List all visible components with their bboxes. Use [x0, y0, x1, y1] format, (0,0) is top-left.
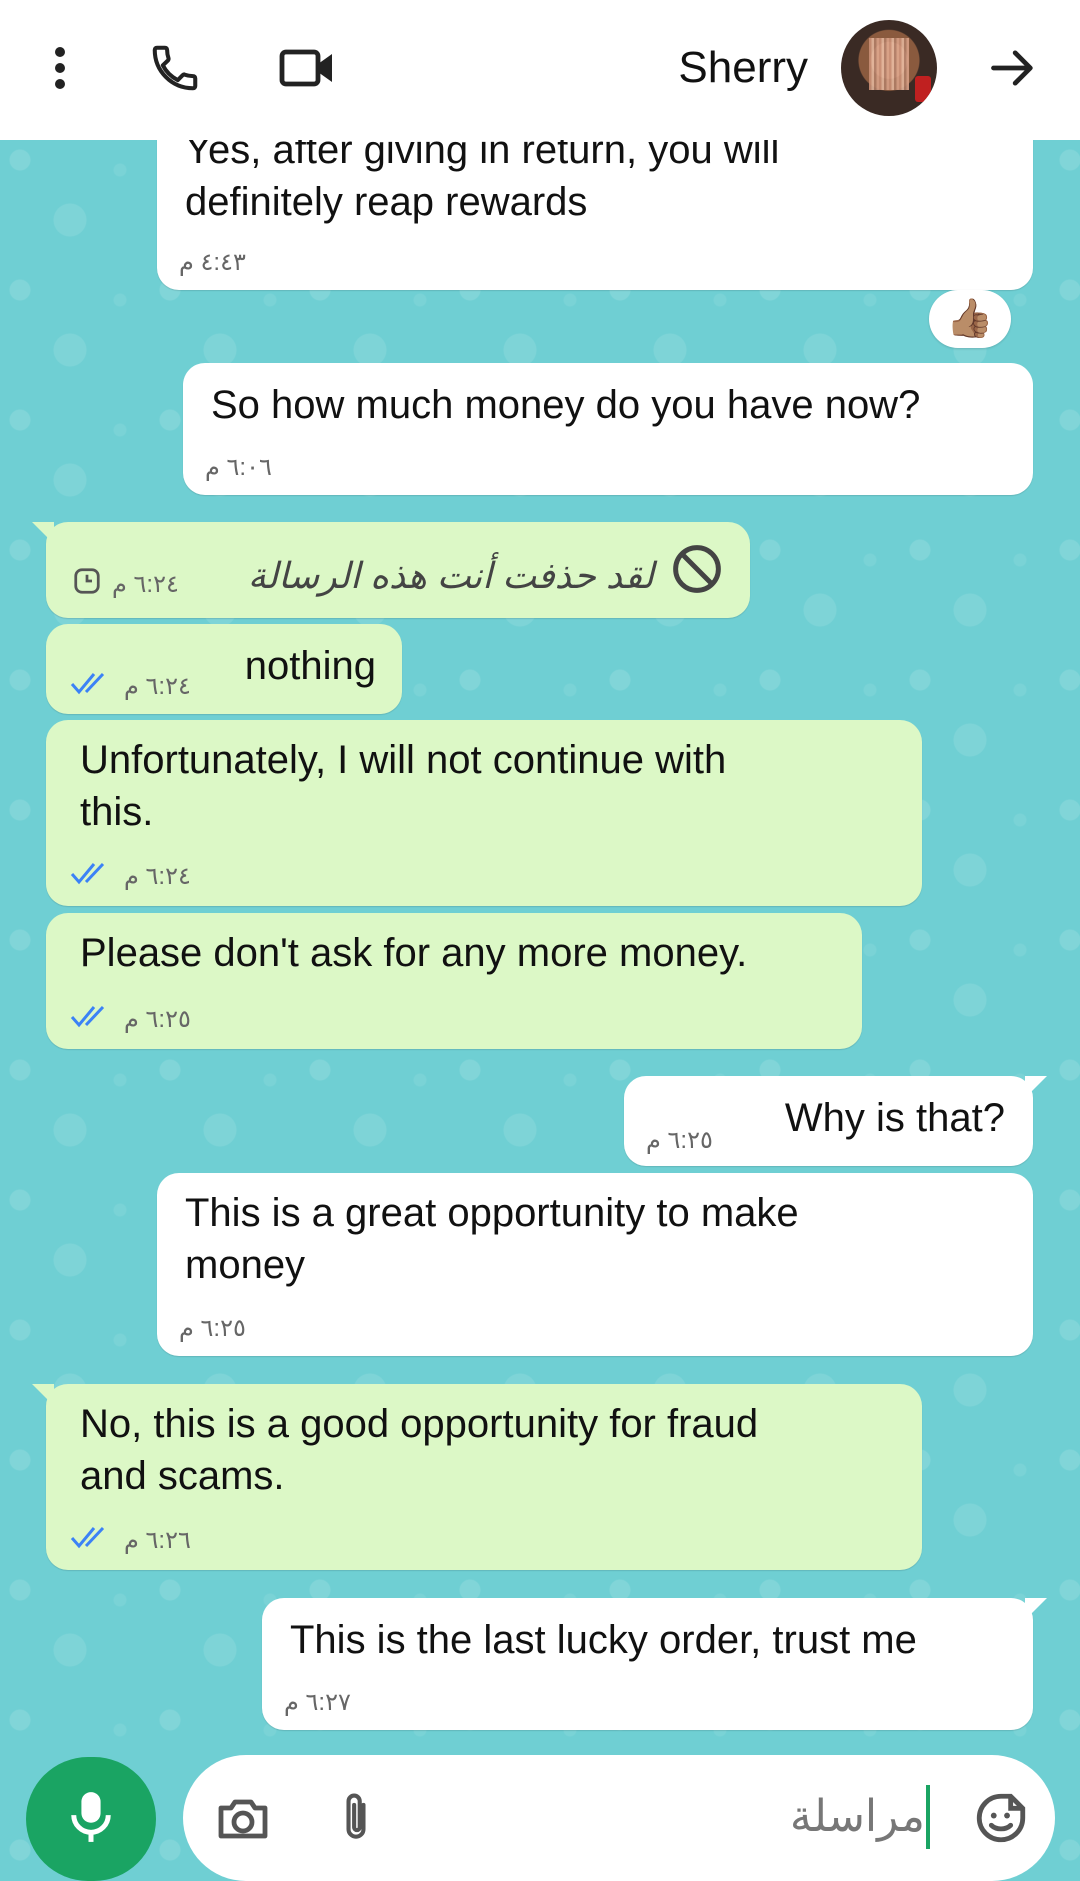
message-time: ٦:٢٥ م [124, 1006, 191, 1033]
message-bubble[interactable]: Please don't ask for any more money. ٦:٢… [46, 913, 862, 1049]
more-vertical-icon[interactable] [30, 38, 90, 98]
message-time: ٦:٢٧ م [284, 1689, 351, 1716]
chat-header: Sherry [0, 0, 1080, 140]
blocked-icon [670, 542, 724, 609]
contact-name[interactable]: Sherry [678, 38, 808, 98]
message-time: ٦:٢٥ م [646, 1127, 713, 1154]
message-text: So how much money do you have now? [211, 383, 921, 427]
message-text: nothing [244, 644, 376, 688]
mic-button[interactable] [26, 1757, 156, 1881]
sticker-icon[interactable] [971, 1788, 1031, 1848]
deleted-message-text: لقد حذفت أنت هذه الرسالة [247, 554, 654, 596]
message-bubble[interactable]: This is a great opportunity to make mone… [157, 1173, 1033, 1356]
message-text: definitely reap rewards [185, 180, 588, 224]
message-input[interactable]: مراسلة [790, 1791, 925, 1843]
message-text: this. [80, 790, 154, 834]
message-text: and scams. [80, 1454, 285, 1498]
message-time: ٦:٢٦ م [124, 1527, 191, 1554]
message-text: Unfortunately, I will not continue with [80, 738, 727, 782]
message-text: This is a great opportunity to make [185, 1191, 799, 1235]
message-time: ٦:٠٦ م [205, 454, 272, 481]
message-text: Why is that? [784, 1096, 1005, 1140]
message-bubble[interactable]: So how much money do you have now? ٦:٠٦ … [183, 363, 1033, 495]
message-time: ٤:٤٣ م [179, 249, 246, 276]
message-time: ٦:٢٤ م [124, 673, 191, 700]
video-icon[interactable] [278, 38, 338, 98]
mic-icon [68, 1787, 114, 1852]
read-ticks-icon [70, 1524, 114, 1558]
message-text: This is the last lucky order, trust me [290, 1618, 917, 1662]
read-ticks-icon [70, 670, 114, 704]
read-ticks-icon [70, 1003, 114, 1037]
attach-icon[interactable] [326, 1788, 386, 1848]
message-bubble[interactable]: Why is that? ٦:٢٥ م [624, 1076, 1047, 1166]
message-bubble[interactable]: This is the last lucky order, trust me ٦… [262, 1598, 1047, 1730]
message-text: money [185, 1243, 306, 1287]
avatar[interactable] [841, 20, 937, 116]
message-bubble[interactable]: Unfortunately, I will not continue with … [46, 720, 922, 906]
clock-icon [72, 566, 102, 604]
message-time: ٦:٢٤ م [124, 863, 191, 890]
message-bubble[interactable]: nothing ٦:٢٤ م [46, 624, 402, 714]
message-time: ٦:٢٤ م [112, 571, 179, 598]
message-time: ٦:٢٥ م [179, 1315, 246, 1342]
read-ticks-icon [70, 860, 114, 894]
message-composer[interactable]: مراسلة [183, 1755, 1055, 1881]
reaction-badge[interactable]: 👍🏽 [929, 290, 1011, 348]
phone-icon[interactable] [145, 38, 205, 98]
back-arrow-icon[interactable] [983, 38, 1043, 98]
message-bubble[interactable]: No, this is a good opportunity for fraud… [32, 1384, 922, 1570]
deleted-message-bubble[interactable]: لقد حذفت أنت هذه الرسالة ٦:٢٤ م [32, 522, 750, 618]
message-text: No, this is a good opportunity for fraud [80, 1402, 759, 1446]
message-text: Please don't ask for any more money. [80, 931, 748, 975]
text-caret [926, 1785, 930, 1849]
camera-icon[interactable] [213, 1788, 273, 1848]
